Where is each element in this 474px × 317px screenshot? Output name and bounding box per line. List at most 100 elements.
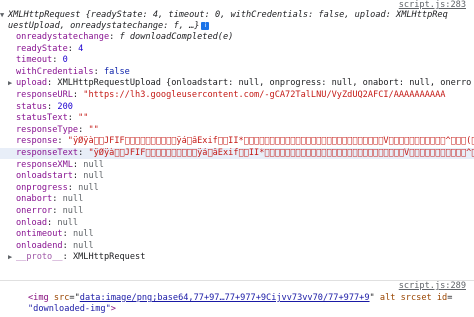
property-key: onload — [16, 217, 48, 228]
property-key: responseType — [16, 124, 79, 135]
property-key: upload — [16, 78, 48, 89]
property-key: statusText — [16, 113, 68, 124]
colon: : — [72, 90, 84, 100]
property-value: false — [103, 66, 130, 77]
property-value: 4 — [78, 43, 84, 54]
colon: : — [78, 148, 89, 158]
property-key: onreadystatechange — [16, 32, 110, 42]
property-row-statustext[interactable]: statusText: "" — [0, 113, 474, 124]
property-row-onload[interactable]: onload: null — [0, 218, 474, 229]
property-key: withCredentials — [16, 66, 94, 77]
property-key: onloadstart — [16, 171, 73, 182]
property-value: null — [57, 217, 79, 228]
property-value: null — [83, 159, 104, 170]
colon: : — [52, 194, 63, 205]
property-key: onprogress — [16, 182, 68, 193]
colon: : — [72, 159, 84, 170]
img-tag-open: <img — [28, 293, 49, 303]
property-value: null — [78, 182, 99, 193]
colon: : — [93, 66, 104, 77]
property-row-upload[interactable]: ▶ upload: XMLHttpRequestUpload {onloadsta… — [0, 78, 474, 89]
property-row-onreadystatechange[interactable]: onreadystatechange: f downloadCompleted(… — [0, 32, 474, 43]
property-value: XMLHttpRequest — [72, 252, 146, 263]
property-key: timeout — [16, 55, 53, 66]
property-row-response[interactable]: response: "ÿØÿà JFIF      ÿá âExif … — [0, 136, 474, 147]
property-row-responsexml[interactable]: responseXML: null — [0, 160, 474, 171]
property-value: null — [72, 240, 94, 251]
property-value: null — [72, 229, 94, 240]
attr-alt: alt — [379, 293, 396, 303]
property-row-onprogress[interactable]: onprogress: null — [0, 183, 474, 194]
property-value: "https://lh3.googleusercontent.com/-gCA7… — [83, 90, 446, 100]
property-key: responseText — [16, 148, 79, 158]
property-row-responseurl[interactable]: responseURL: "https://lh3.googleusercont… — [0, 90, 474, 101]
property-key: onerror — [16, 206, 53, 216]
img-element-line[interactable]: <img src="data:image/png;base64,77+97…77… — [28, 293, 474, 304]
info-icon[interactable]: i — [201, 21, 210, 30]
property-row-status[interactable]: status: 200 — [0, 102, 474, 113]
property-key: response — [16, 136, 58, 147]
property-row-responsetype[interactable]: responseType: "" — [0, 125, 474, 136]
colon: : — [67, 113, 79, 124]
source-link-top[interactable]: script.js:283 — [399, 0, 466, 10]
source-link-bottom[interactable]: script.js:289 — [399, 281, 466, 291]
colon: : — [72, 171, 84, 182]
property-row-timeout[interactable]: timeout: 0 — [0, 55, 474, 66]
property-key: __proto__ — [16, 252, 63, 263]
xhr-header-cont: uestUpload, onreadystatechange: f, …} i — [8, 21, 474, 32]
property-value: f downloadCompleted(e) — [119, 32, 234, 42]
colon: : — [47, 78, 58, 89]
property-row-onloadend[interactable]: onloadend: null — [0, 241, 474, 252]
colon: : — [62, 252, 73, 263]
property-row-readystate[interactable]: readyState: 4 — [0, 44, 474, 55]
expand-open-icon[interactable]: ▼ — [0, 10, 8, 21]
property-key: responseXML — [16, 159, 73, 170]
property-value: "" — [88, 124, 99, 135]
colon: : — [47, 101, 58, 112]
property-value: null — [62, 194, 84, 205]
property-value: "" — [78, 113, 89, 124]
property-key: readyState — [16, 43, 68, 54]
xhr-header[interactable]: ▼ XMLHttpRequest {readyState: 4, timeout:… — [0, 10, 474, 21]
attr-src: src — [53, 293, 70, 303]
property-value: null — [83, 171, 104, 182]
property-value: 200 — [57, 101, 73, 112]
expand-closed-icon[interactable]: ▶ — [8, 78, 16, 89]
colon: : — [52, 206, 63, 216]
img-element-line-cont: "downloaded-img"> — [28, 304, 474, 315]
property-row-onloadstart[interactable]: onloadstart: null — [0, 171, 474, 182]
expand-closed-icon[interactable]: ▶ — [8, 252, 16, 263]
colon: : — [62, 240, 73, 251]
xhr-summary-cont: uestUpload, onreadystatechange: f, …} — [8, 21, 200, 31]
colon: : — [47, 217, 58, 228]
colon: : — [62, 229, 73, 240]
property-row-responsetext[interactable]: responseText: "ÿØÿà JFIF      ÿá âE… — [0, 148, 474, 159]
colon: : — [67, 182, 79, 193]
attr-id: id — [436, 293, 448, 303]
colon: : — [57, 136, 68, 147]
property-row-proto[interactable]: ▶ __proto__: XMLHttpRequest — [0, 252, 474, 263]
img-tag-close: > — [110, 304, 116, 314]
colon: : — [52, 55, 63, 66]
property-key: onabort — [16, 194, 53, 205]
xhr-summary: XMLHttpRequest {readyState: 4, timeout: … — [8, 10, 448, 20]
property-value: "ÿØÿà JFIF      ÿá âExif  II*    … — [88, 148, 474, 158]
property-value: 0 — [62, 55, 68, 66]
property-row-onabort[interactable]: onabort: null — [0, 194, 474, 205]
property-key: responseURL — [16, 90, 73, 100]
colon: : — [67, 43, 79, 54]
colon: : — [109, 32, 120, 42]
property-key: status — [16, 101, 48, 112]
property-value: XMLHttpRequestUpload {onloadstart: null,… — [57, 78, 472, 89]
property-row-onerror[interactable]: onerror: null — [0, 206, 474, 217]
property-row-withcredentials[interactable]: withCredentials: false — [0, 67, 474, 78]
src-link[interactable]: data:image/png;base64,77+97…77+977+9Cijv… — [80, 293, 370, 303]
property-key: ontimeout — [16, 229, 63, 240]
colon: : — [78, 124, 89, 135]
property-value: "ÿØÿà JFIF      ÿá âExif  II*    … — [67, 136, 474, 147]
property-value: null — [62, 206, 84, 216]
attr-srcset: srcset — [400, 293, 432, 303]
property-row-ontimeout[interactable]: ontimeout: null — [0, 229, 474, 240]
property-key: onloadend — [16, 240, 63, 251]
id-value: "downloaded-img" — [28, 304, 111, 314]
